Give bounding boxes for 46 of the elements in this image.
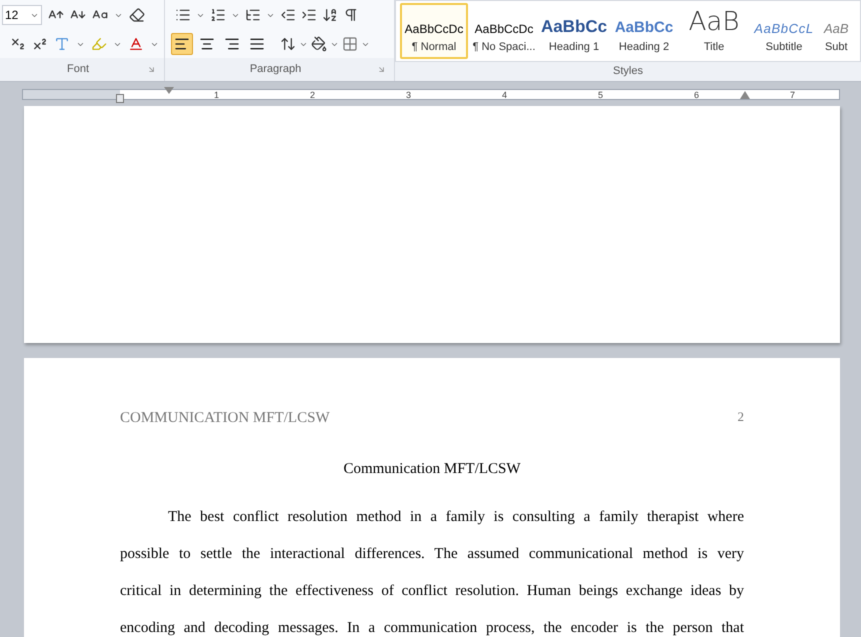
group-label: Styles xyxy=(613,64,643,80)
clear-formatting-icon[interactable] xyxy=(129,7,145,23)
text-effects-icon[interactable] xyxy=(54,36,70,52)
shading-icon[interactable] xyxy=(311,36,327,52)
line-spacing-icon[interactable] xyxy=(280,36,296,52)
first-line-indent-marker[interactable] xyxy=(164,86,174,94)
show-formatting-icon[interactable] xyxy=(343,7,359,23)
align-lines-icon xyxy=(199,36,215,52)
font-color-icon[interactable] xyxy=(128,36,144,52)
numbering-icon[interactable] xyxy=(210,7,226,23)
group-label: Font xyxy=(66,62,89,78)
ruler-number: 2 xyxy=(310,90,315,98)
style-item[interactable]: AaBbCcL Subtitle xyxy=(750,3,818,59)
style-item[interactable]: AaB Title xyxy=(680,3,748,59)
align-lines-icon xyxy=(249,36,265,52)
body-paragraph: The best conflict resolution method in a family is consulting a family therapist where possible to settle the interactional differences. The assumed communicational method is very critical in determining the effectiveness of conflict resolution. Human beings exchange ideas by encoding and decoding messages. In a communication process, the encoder is the person that xyxy=(120,508,744,637)
style-item[interactable]: AaBbCcDc ¶ No Spaci... xyxy=(470,3,538,59)
align-left-button[interactable] xyxy=(171,33,193,55)
style-item[interactable]: AaBbCcDc ¶ Normal xyxy=(400,3,468,59)
ruler-number: 5 xyxy=(598,90,603,98)
document-title: Communication MFT/LCSW xyxy=(343,460,521,478)
style-item[interactable]: AaB Subt xyxy=(820,3,853,59)
dialog-launcher-icon[interactable] xyxy=(146,65,156,74)
font-size-field[interactable]: 12 xyxy=(2,5,42,25)
style-item[interactable]: AaBbCc Heading 1 xyxy=(540,3,608,59)
multilevel-list-icon[interactable] xyxy=(245,7,261,23)
superscript-icon[interactable] xyxy=(32,36,48,52)
decrease-indent-icon[interactable] xyxy=(280,7,296,23)
ruler-number: 7 xyxy=(790,90,795,98)
bullets-icon[interactable] xyxy=(175,7,191,23)
ruler-number: 6 xyxy=(694,90,699,98)
ruler-number: 4 xyxy=(502,90,507,98)
page-number: 2 xyxy=(738,408,744,426)
align-lines-icon xyxy=(224,36,240,52)
dialog-launcher-icon[interactable] xyxy=(377,65,386,74)
borders-icon[interactable] xyxy=(342,36,358,52)
align-lines-icon xyxy=(174,36,190,52)
increase-indent-icon[interactable] xyxy=(301,7,317,23)
indent-marker[interactable] xyxy=(116,94,124,102)
running-header: COMMUNICATION MFT/LCSW xyxy=(120,409,330,428)
ruler-number: 3 xyxy=(406,90,411,98)
style-item[interactable]: AaBbCc Heading 2 xyxy=(610,3,678,59)
group-label: Paragraph xyxy=(250,62,302,78)
sort-icon[interactable] xyxy=(322,7,338,23)
subscript-icon[interactable] xyxy=(10,36,26,52)
ruler-number: 1 xyxy=(214,90,219,98)
